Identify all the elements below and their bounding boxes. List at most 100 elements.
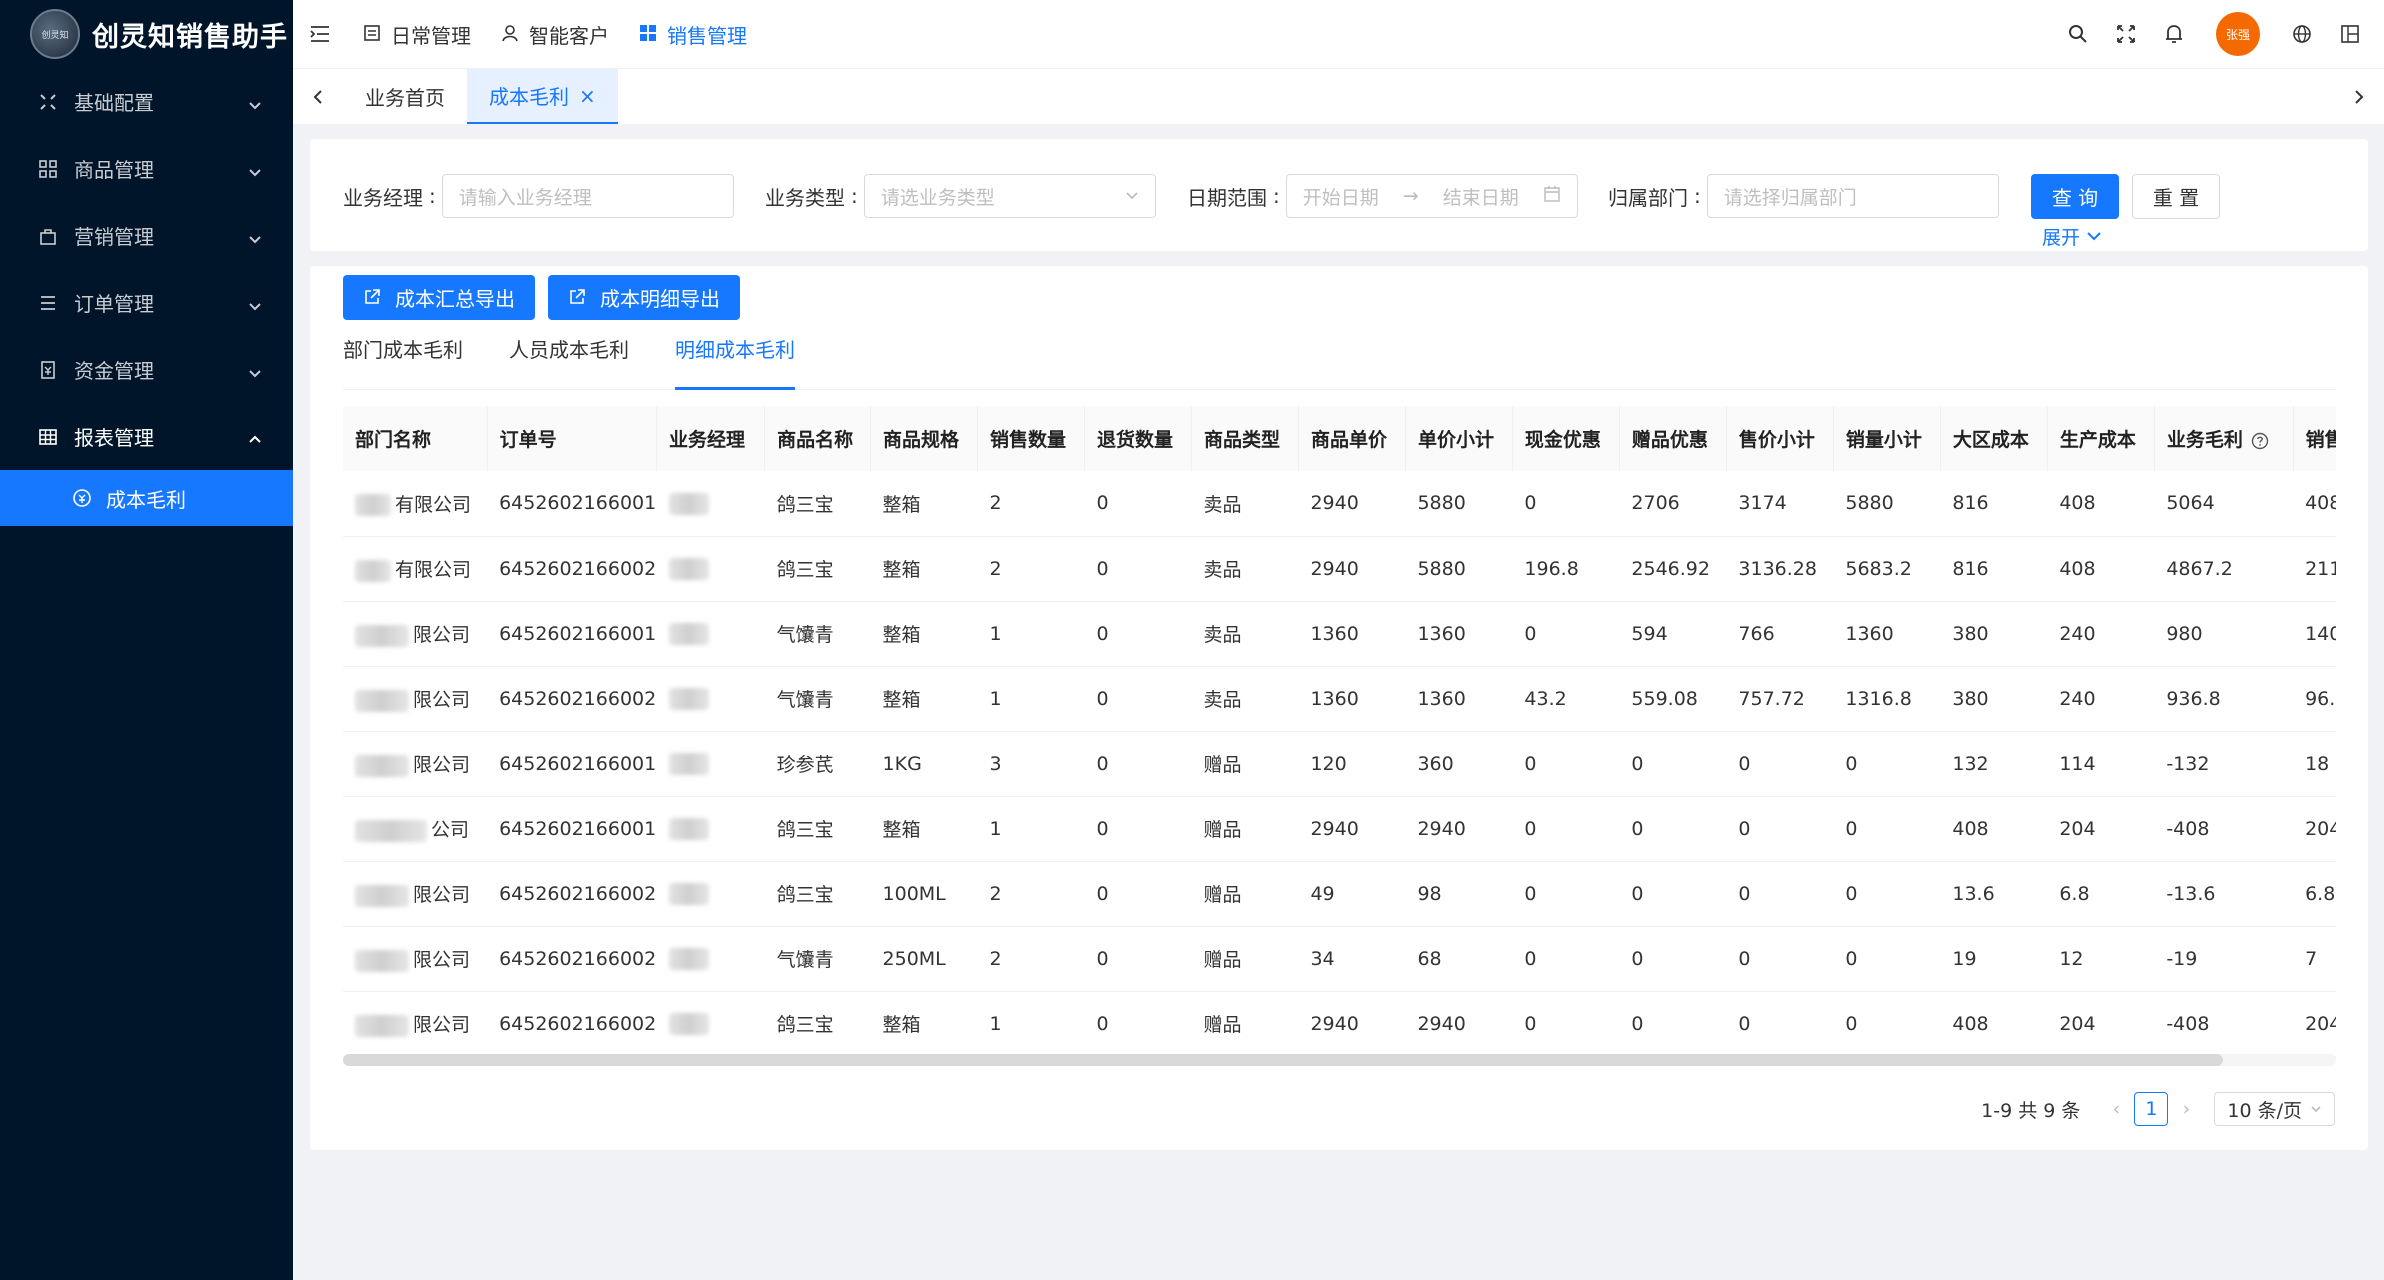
sidebar-item-reports[interactable]: 报表管理 (0, 403, 293, 470)
fullscreen-icon[interactable] (2114, 22, 2138, 46)
export-summary-button[interactable]: 成本汇总导出 (343, 275, 535, 320)
query-button[interactable]: 查 询 (2031, 174, 2119, 219)
table-cell: 2940 (1298, 536, 1406, 602)
nav-label: 销售管理 (667, 23, 747, 48)
table-cell: 6452602166001 (487, 471, 657, 537)
nav-label: 智能客户 (529, 23, 609, 48)
next-page-icon[interactable]: › (2174, 1098, 2198, 1120)
cell-text: 757.72 (1738, 687, 1805, 710)
cell-text: 5880 (1417, 557, 1466, 580)
prev-page-icon[interactable]: ‹ (2104, 1098, 2128, 1120)
cell-text: 132 (1952, 752, 1989, 775)
cell-text: 43.2 (1524, 687, 1567, 710)
table-row: 有限公司 6452602166002 鸽三宝 整箱 2 0 卖品 2940 5880 196.8 2… (343, 536, 2336, 602)
cell-text: 鸽三宝 (776, 819, 834, 841)
table-cell: 珍参芪 (764, 731, 871, 797)
table-cell: 5880 (1405, 536, 1513, 602)
reset-button[interactable]: 重 置 (2132, 174, 2220, 219)
tab-home[interactable]: 业务首页 (343, 69, 467, 124)
table-cell: 6452602166002 (487, 861, 657, 927)
search-icon[interactable] (2066, 22, 2090, 46)
cell-text: 6452602166002 (499, 687, 657, 710)
cell-text: 936.8 (2166, 687, 2221, 710)
bell-icon[interactable] (2162, 22, 2186, 46)
table-row: 限公司 6452602166002 气馕青 250ML 2 0 赠品 34 68 0 0 0 0 19 12… (343, 926, 2336, 992)
sidebar-item-marketing[interactable]: 营销管理 (0, 202, 293, 269)
export-detail-button[interactable]: 成本明细导出 (548, 275, 740, 320)
scroll-thumb[interactable] (343, 1054, 2223, 1066)
table-cell: 0 (1619, 861, 1727, 927)
manager-input[interactable]: 请输入业务经理 (441, 174, 734, 218)
cell-text: 赠品 (1203, 884, 1242, 906)
table-cell: 整箱 (870, 601, 978, 667)
chevron-right-icon[interactable] (2334, 69, 2384, 125)
export-icon (363, 288, 383, 308)
table-row: 限公司 6452602166002 气馕青 整箱 1 0 卖品 1360 1360 43.2 559… (343, 666, 2336, 732)
page-size-select[interactable]: 10 条/页 (2214, 1092, 2335, 1126)
tab-label: 业务首页 (365, 86, 445, 110)
sidebar-item-goods[interactable]: 商品管理 (0, 135, 293, 202)
table-cell: 公司 (343, 796, 488, 862)
nav-customers[interactable]: 智能客户 (501, 20, 609, 49)
table-cell: 2940 (1298, 991, 1406, 1057)
table-cell: 3136.28 (1726, 536, 1834, 602)
cell-text: 120 (1310, 752, 1347, 775)
cell-text: 6452602166002 (499, 1012, 657, 1035)
question-icon[interactable] (2251, 432, 2269, 450)
cell-text: 0 (1631, 947, 1644, 970)
tab-staff-margin[interactable]: 人员成本毛利 (509, 334, 629, 390)
table-cell: 0 (1084, 731, 1192, 797)
table-cell: 204 (2047, 796, 2155, 862)
cell-text: 2940 (1310, 817, 1359, 840)
tab-detail-margin[interactable]: 明细成本毛利 (675, 334, 795, 390)
sidebar-item-orders[interactable]: 订单管理 (0, 269, 293, 336)
avatar[interactable]: 张强 (2216, 12, 2260, 56)
tab-cost-margin[interactable]: 成本毛利 × (467, 69, 618, 124)
layout-icon[interactable] (2338, 22, 2362, 46)
chevron-left-icon[interactable] (293, 69, 343, 124)
column-label: 单价小计 (1417, 429, 1494, 451)
horizontal-scrollbar[interactable] (343, 1054, 2336, 1066)
table-cell: 2 (977, 861, 1085, 927)
dept-select[interactable]: 请选择归属部门 (1706, 174, 1999, 218)
page-number[interactable]: 1 (2134, 1092, 2169, 1126)
date-range-picker[interactable]: 开始日期 → 结束日期 (1285, 174, 1578, 218)
cell-text: 2 (989, 557, 1002, 580)
cell-text: 2 (989, 492, 1002, 515)
table-cell: 0 (1833, 926, 1941, 992)
filter-label: 业务类型 (765, 185, 845, 210)
menu-fold-icon[interactable] (307, 21, 333, 47)
column-header: 业务经理 (656, 406, 766, 471)
nav-sales[interactable]: 销售管理 (639, 20, 747, 49)
tab-dept-margin[interactable]: 部门成本毛利 (343, 334, 463, 390)
cell-text: 6.8 (2305, 882, 2336, 905)
redacted-block (668, 882, 709, 905)
close-icon[interactable]: × (579, 84, 596, 108)
table-header: 部门名称 订单号 业务经理 商品名称 商品规格 销售数量 退货数量 商品类型 商品单价 单价小计 现… (343, 406, 2336, 471)
table-cell: -19 (2154, 926, 2294, 992)
date-end: 结束日期 (1442, 186, 1519, 209)
table-cell: 限公司 (343, 601, 488, 667)
type-select[interactable]: 请选业务类型 (863, 174, 1156, 218)
sidebar-subitem-cost-margin[interactable]: 成本毛利 (0, 470, 293, 526)
globe-icon[interactable] (2290, 22, 2314, 46)
column-label: 销量小计 (1845, 429, 1922, 451)
cell-text: 204 (2305, 817, 2336, 840)
redacted-block (355, 754, 409, 777)
expand-toggle[interactable]: 展开 (2042, 223, 2102, 250)
column-label: 商品类型 (1203, 429, 1280, 451)
sidebar-item-base-config[interactable]: 基础配置 (0, 68, 293, 135)
nav-daily[interactable]: 日常管理 (363, 20, 471, 49)
cell-text: 0 (1631, 817, 1644, 840)
column-label: 订单号 (499, 429, 557, 451)
table-cell: 1 (977, 666, 1085, 732)
column-header: 单价小计 (1405, 406, 1513, 471)
table-cell: 380 (1940, 666, 2048, 732)
table-cell: 0 (1726, 731, 1834, 797)
sidebar-item-funds[interactable]: 资金管理 (0, 336, 293, 403)
table-cell: 19 (1940, 926, 2048, 992)
cell-text: 1 (989, 817, 1002, 840)
cell-text: 1KG (882, 752, 922, 775)
column-header: 订单号 (487, 406, 658, 471)
cell-text: 2 (989, 882, 1002, 905)
